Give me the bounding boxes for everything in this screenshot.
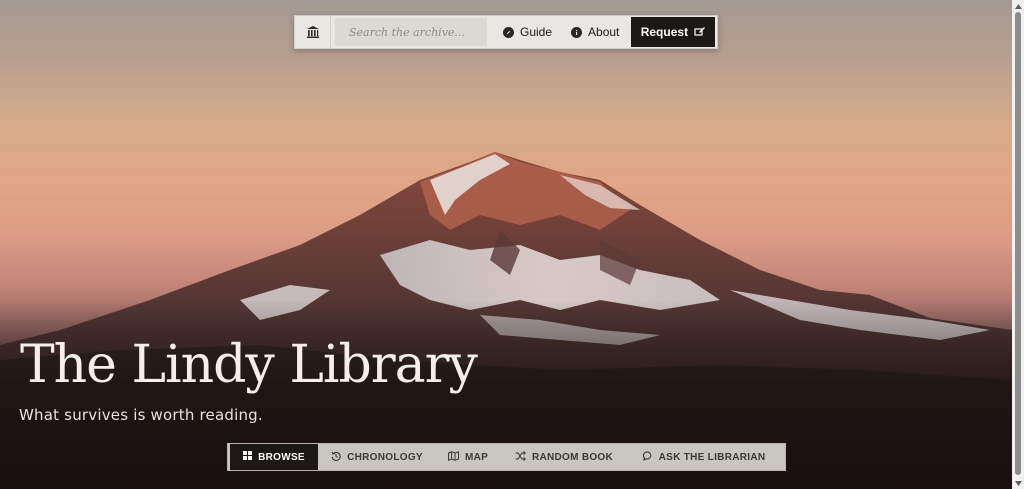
- tab-chronology[interactable]: CHRONOLOGY: [318, 444, 436, 470]
- chat-icon: [642, 450, 653, 464]
- tab-ask-the-librarian-label: ASK THE LIBRARIAN: [658, 451, 766, 463]
- scrollbar-thumb[interactable]: [1015, 12, 1021, 475]
- scroll-up-arrow-icon[interactable]: [1014, 2, 1022, 10]
- top-navigation: Guide About Request: [294, 15, 718, 49]
- tab-chronology-label: CHRONOLOGY: [347, 451, 423, 463]
- info-icon: [571, 26, 583, 38]
- shuffle-icon: [515, 450, 527, 464]
- page-tagline: What survives is worth reading.: [19, 406, 263, 424]
- vertical-scrollbar[interactable]: [1012, 0, 1024, 489]
- pencil-box-icon: [694, 25, 706, 40]
- search-box[interactable]: [335, 18, 487, 46]
- request-button[interactable]: Request: [631, 17, 716, 47]
- library-building-icon[interactable]: [295, 16, 331, 48]
- request-label: Request: [640, 25, 689, 39]
- bottom-navigation: BROWSE CHRONOLOGY MAP RANDOM BOOK ASK TH…: [227, 443, 786, 471]
- tab-ask-the-librarian[interactable]: ASK THE LIBRARIAN: [628, 444, 780, 470]
- tab-browse[interactable]: BROWSE: [230, 444, 318, 470]
- history-icon: [331, 451, 341, 464]
- scroll-down-arrow-icon[interactable]: [1014, 479, 1022, 487]
- nav-guide-label: Guide: [520, 25, 553, 39]
- search-input[interactable]: [349, 25, 479, 39]
- compass-icon: [503, 26, 514, 38]
- map-icon: [447, 450, 459, 464]
- page-title: The Lindy Library: [20, 335, 478, 395]
- grid-icon: [243, 451, 253, 463]
- nav-about-label: About: [588, 25, 620, 39]
- tab-browse-label: BROWSE: [258, 451, 305, 463]
- nav-about-link[interactable]: About: [571, 16, 619, 48]
- tab-random-book[interactable]: RANDOM BOOK: [500, 444, 628, 470]
- tab-map[interactable]: MAP: [436, 444, 500, 470]
- nav-guide-link[interactable]: Guide: [503, 16, 552, 48]
- tab-random-book-label: RANDOM BOOK: [531, 451, 614, 463]
- tab-map-label: MAP: [464, 451, 489, 463]
